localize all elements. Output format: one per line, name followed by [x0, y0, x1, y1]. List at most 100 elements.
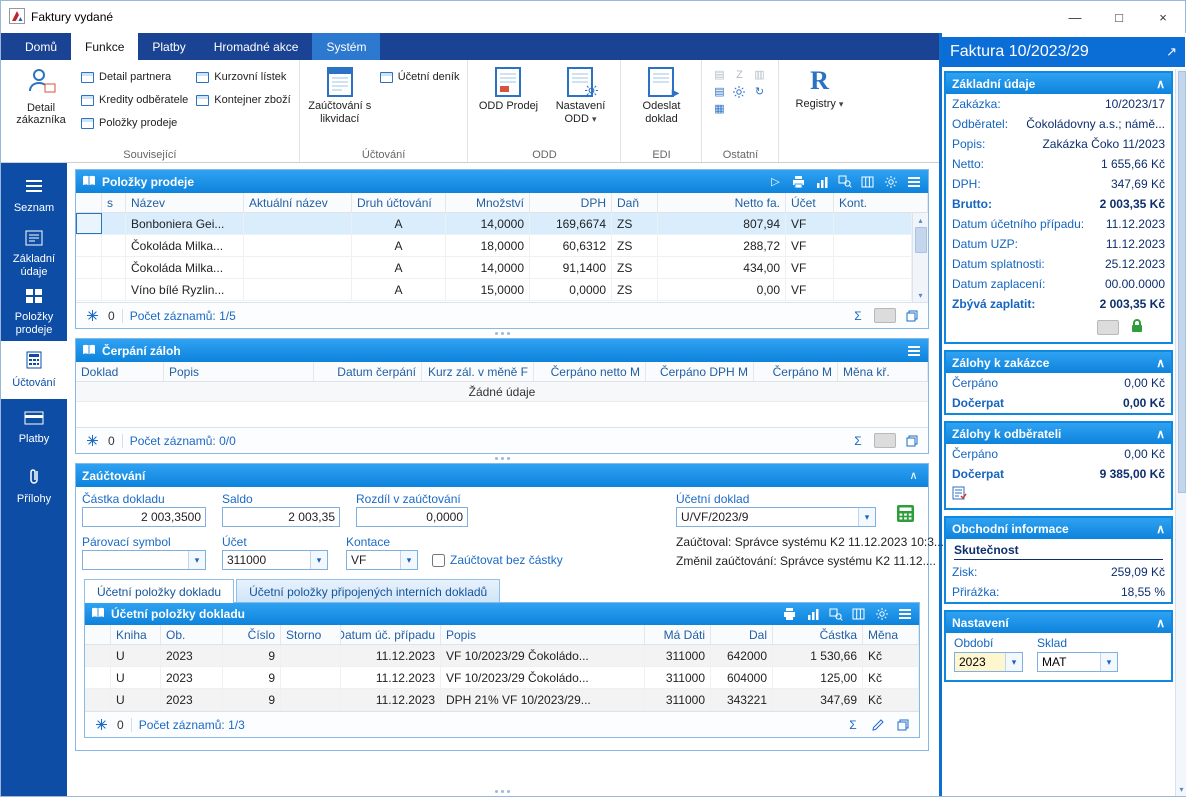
- order-advances-header[interactable]: Zálohy k zakázce ∧: [946, 352, 1171, 373]
- obdobi-combo[interactable]: ▾: [954, 652, 1023, 672]
- tab-system[interactable]: Systém: [312, 33, 381, 60]
- saldo-input[interactable]: [222, 507, 340, 527]
- search-icon[interactable]: [836, 174, 853, 190]
- collapse-icon[interactable]: ∧: [1156, 427, 1165, 441]
- tool-doc-icon[interactable]: ▤: [710, 84, 728, 99]
- obdobi-input[interactable]: [955, 653, 1005, 671]
- columns-icon[interactable]: [850, 606, 867, 622]
- odd-prodej-button[interactable]: ODD Prodej: [476, 65, 540, 113]
- detail-partnera-button[interactable]: Detail partnera: [81, 67, 188, 87]
- rozdil-input[interactable]: [356, 507, 468, 527]
- kredity-odberatele-button[interactable]: Kredity odběratele: [81, 90, 188, 110]
- sidebar-item-seznam[interactable]: Seznam: [1, 167, 67, 225]
- basic-info-header[interactable]: Základní údaje ∧: [946, 73, 1171, 94]
- tab-funkce[interactable]: Funkce: [71, 33, 139, 60]
- table-row[interactable]: Čokoláda Milka... A 14,0000 91,1400 ZS 4…: [76, 257, 912, 279]
- scroll-down-icon[interactable]: ▾: [1179, 782, 1183, 796]
- business-info-header[interactable]: Obchodní informace ∧: [946, 518, 1171, 539]
- scrollbar-thumb[interactable]: [1177, 71, 1186, 493]
- ucetni-denik-button[interactable]: Účetní deník: [379, 67, 459, 87]
- collapse-icon[interactable]: ∧: [1156, 77, 1165, 91]
- panel-splitter[interactable]: [75, 454, 929, 463]
- customer-advances-header[interactable]: Zálohy k odběrateli ∧: [946, 423, 1171, 444]
- sklad-input[interactable]: [1038, 653, 1100, 671]
- maximize-button[interactable]: □: [1097, 2, 1141, 32]
- panel-splitter[interactable]: [75, 329, 929, 338]
- gear-icon[interactable]: [882, 174, 899, 190]
- copy-table-icon[interactable]: [903, 308, 921, 324]
- sidebar-item-uctovani[interactable]: Účtování: [1, 341, 67, 399]
- menu-icon[interactable]: [905, 174, 922, 190]
- bottom-splitter[interactable]: [75, 787, 929, 796]
- filter-icon[interactable]: [83, 308, 101, 324]
- menu-icon[interactable]: [896, 606, 913, 622]
- play-icon[interactable]: ▷: [767, 174, 784, 190]
- vertical-scrollbar[interactable]: ▴ ▾: [912, 213, 928, 302]
- kontejner-zbozi-button[interactable]: Kontejner zboží: [196, 90, 291, 110]
- search-icon[interactable]: [827, 606, 844, 622]
- print-icon[interactable]: [790, 174, 807, 190]
- menu-icon[interactable]: [905, 343, 922, 359]
- chart-icon[interactable]: [813, 174, 830, 190]
- ucet-combo[interactable]: 311000 ▾: [222, 550, 328, 570]
- dropdown-icon[interactable]: ▾: [310, 551, 327, 569]
- settings-header[interactable]: Nastavení ∧: [946, 612, 1171, 633]
- tool-gear-icon[interactable]: [730, 84, 748, 99]
- zauctovani-s-likvidaci-button[interactable]: Zaúčtování s likvidací: [308, 65, 372, 125]
- scrollbar-thumb[interactable]: [914, 227, 927, 253]
- bez-castky-checkbox[interactable]: [432, 553, 445, 567]
- table-row[interactable]: Čokoláda Milka... A 18,0000 60,6312 ZS 2…: [76, 235, 912, 257]
- scroll-down-icon[interactable]: ▾: [913, 288, 928, 302]
- copy-table-icon[interactable]: [903, 433, 921, 449]
- odeslat-doklad-button[interactable]: ▶ Odeslat doklad: [629, 65, 693, 125]
- nastaveni-odd-button[interactable]: Nastavení ODD ▾: [548, 65, 612, 125]
- tab-platby[interactable]: Platby: [138, 33, 199, 60]
- gear-icon[interactable]: [873, 606, 890, 622]
- dropdown-icon[interactable]: ▾: [1100, 653, 1117, 671]
- detail-zakaznika-button[interactable]: Detail zákazníka: [9, 65, 73, 127]
- castka-dokladu-input[interactable]: [82, 507, 206, 527]
- columns-icon[interactable]: [859, 174, 876, 190]
- sum-icon[interactable]: Σ: [849, 433, 867, 449]
- dropdown-icon[interactable]: ▾: [400, 551, 417, 569]
- collapse-icon[interactable]: ∧: [1156, 522, 1165, 536]
- sklad-combo[interactable]: ▾: [1037, 652, 1118, 672]
- tab-domu[interactable]: Domů: [11, 33, 71, 60]
- table-row[interactable]: U 2023 9 11.12.2023 DPH 21% VF 10/2023/2…: [85, 689, 919, 711]
- polozky-prodeje-button[interactable]: Položky prodeje: [81, 113, 188, 133]
- table-row[interactable]: U 2023 9 11.12.2023 VF 10/2023/29 Čokolá…: [85, 667, 919, 689]
- minimize-button[interactable]: —: [1053, 2, 1097, 32]
- dropdown-icon[interactable]: ▾: [1005, 653, 1022, 671]
- advance-list-icon[interactable]: [952, 486, 968, 503]
- open-external-icon[interactable]: ↗: [1166, 44, 1177, 60]
- registry-button[interactable]: R Registry ▾: [787, 65, 851, 111]
- table-row[interactable]: Víno bílé Ryzlin... A 15,0000 0,0000 ZS …: [76, 279, 912, 301]
- dropdown-icon[interactable]: ▾: [188, 551, 205, 569]
- chart-icon[interactable]: [804, 606, 821, 622]
- scroll-up-icon[interactable]: ▴: [913, 213, 928, 227]
- filter-icon[interactable]: [83, 433, 101, 449]
- sidebar-item-polozky-prodeje[interactable]: Položky prodeje: [1, 283, 67, 341]
- sum-icon[interactable]: Σ: [849, 308, 867, 324]
- print-icon[interactable]: [781, 606, 798, 622]
- filter-icon[interactable]: [92, 717, 110, 733]
- sidebar-item-platby[interactable]: Platby: [1, 399, 67, 457]
- table-row[interactable]: U 2023 9 11.12.2023 VF 10/2023/29 Čokolá…: [85, 645, 919, 667]
- close-button[interactable]: ×: [1141, 2, 1185, 32]
- tool-table-icon[interactable]: ▦: [710, 101, 728, 116]
- ucetni-doklad-combo[interactable]: U/VF/2023/9 ▾: [676, 507, 876, 527]
- table-row[interactable]: Bonboniera Gei... A 14,0000 169,6674 ZS …: [76, 213, 912, 235]
- tab-hromadne-akce[interactable]: Hromadné akce: [200, 33, 313, 60]
- sum-icon[interactable]: Σ: [844, 717, 862, 733]
- calculator-icon[interactable]: [896, 504, 915, 526]
- tab-ucetni-polozky-pripojenych[interactable]: Účetní položky připojených interních dok…: [236, 579, 501, 603]
- tab-ucetni-polozky-dokladu[interactable]: Účetní položky dokladu: [84, 579, 235, 603]
- dropdown-icon[interactable]: ▾: [858, 508, 875, 526]
- kontace-combo[interactable]: VF ▾: [346, 550, 418, 570]
- edit-icon[interactable]: [869, 717, 887, 733]
- collapse-icon[interactable]: ∧: [1156, 616, 1165, 630]
- right-panel-scrollbar[interactable]: ▾: [1175, 69, 1186, 796]
- sidebar-item-zakladni-udaje[interactable]: Základní údaje: [1, 225, 67, 283]
- copy-table-icon[interactable]: [894, 717, 912, 733]
- collapse-icon[interactable]: ∧: [1156, 356, 1165, 370]
